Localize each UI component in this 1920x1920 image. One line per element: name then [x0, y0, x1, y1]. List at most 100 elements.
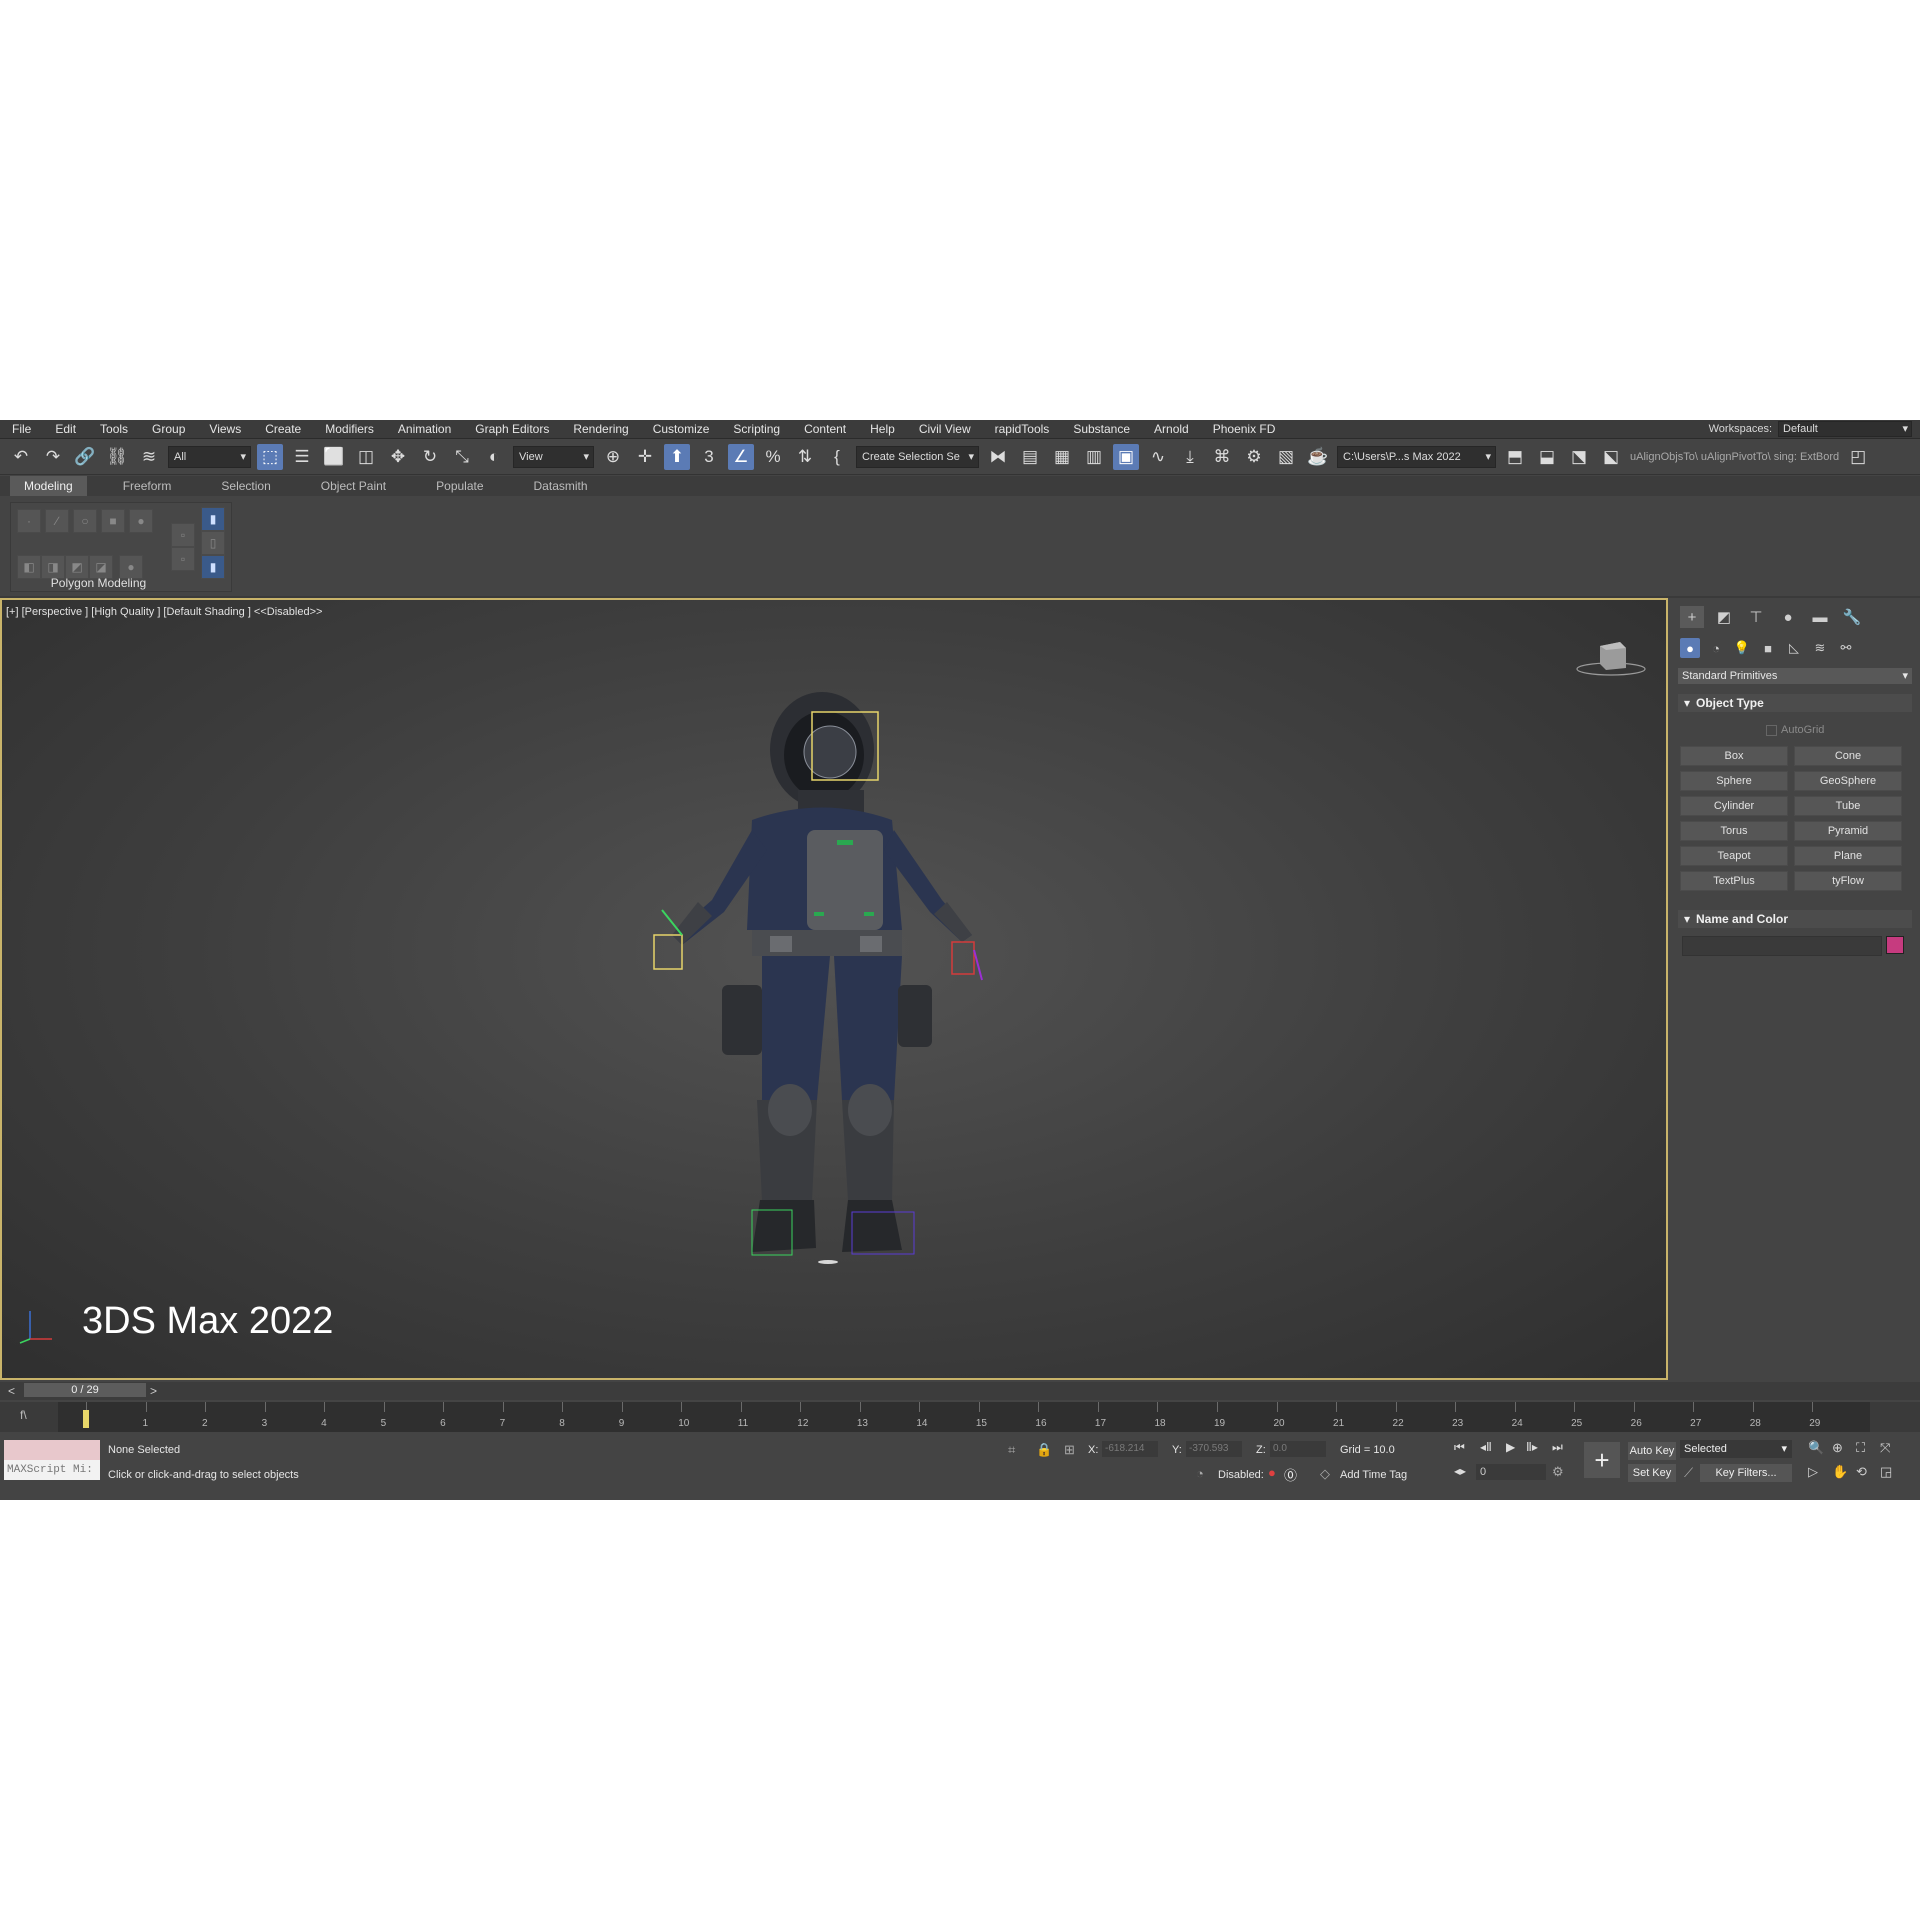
object-color-swatch[interactable]: [1886, 936, 1904, 954]
zoom-extents-icon[interactable]: ⛶: [1856, 1440, 1865, 1456]
ribbon-toggle-icon[interactable]: ▣: [1113, 443, 1139, 470]
record-dot-icon[interactable]: ●: [1268, 1465, 1276, 1480]
menu-views[interactable]: Views: [197, 422, 253, 436]
create-cylinder-button[interactable]: Cylinder: [1680, 796, 1788, 816]
edge-icon[interactable]: ∕: [45, 509, 69, 533]
viewport-layout-icon[interactable]: ◰: [1845, 444, 1871, 470]
current-frame-field[interactable]: 0: [1476, 1464, 1546, 1480]
menu-file[interactable]: File: [0, 422, 43, 436]
window-crossing-icon[interactable]: ◫: [353, 444, 379, 470]
object-type-rollout[interactable]: Object Type: [1678, 694, 1912, 712]
place-icon[interactable]: ◐: [481, 444, 507, 470]
systems-icon[interactable]: ⚯: [1836, 638, 1856, 658]
snaps-toggle-icon[interactable]: 3: [696, 444, 722, 470]
hierarchy-tab-icon[interactable]: ⊤: [1744, 606, 1768, 628]
pan-view-icon[interactable]: ✋: [1832, 1464, 1848, 1480]
menu-tools[interactable]: Tools: [88, 422, 140, 436]
ribbon-tab-selection[interactable]: Selection: [207, 476, 284, 496]
ribbon-group-label[interactable]: Polygon Modeling: [11, 575, 186, 591]
rect-selection-icon[interactable]: ⬜: [321, 444, 347, 470]
create-textplus-button[interactable]: TextPlus: [1680, 871, 1788, 891]
ribbon-tab-freeform[interactable]: Freeform: [109, 476, 186, 496]
zoom-icon[interactable]: 🔍: [1808, 1440, 1824, 1456]
border-icon[interactable]: ○: [73, 509, 97, 533]
key-mode-toggle-icon[interactable]: ◂▸: [1454, 1464, 1466, 1478]
go-to-end-icon[interactable]: ⏭: [1552, 1440, 1563, 1455]
time-configuration-icon[interactable]: ⚙: [1552, 1464, 1564, 1480]
mini-curve-editor-icon[interactable]: f\: [20, 1408, 27, 1422]
utilities-tab-icon[interactable]: 🔧: [1840, 606, 1864, 628]
set-keys-icon[interactable]: +: [1584, 1442, 1620, 1478]
percent-snap-icon[interactable]: %: [760, 444, 786, 470]
cameras-icon[interactable]: ■: [1758, 638, 1778, 658]
next-frame-icon[interactable]: Ⅱ▸: [1526, 1440, 1538, 1454]
menu-rendering[interactable]: Rendering: [561, 422, 640, 436]
shapes-icon[interactable]: ◔: [1706, 638, 1726, 658]
absolute-mode-icon[interactable]: ⊞: [1064, 1442, 1075, 1458]
create-pyramid-button[interactable]: Pyramid: [1794, 821, 1902, 841]
script-buttons-text[interactable]: uAlignObjsTo\ uAlignPivotTo\ sing: ExtBo…: [1630, 451, 1839, 463]
schematic-view-icon[interactable]: ⤓: [1177, 444, 1203, 470]
create-sphere-button[interactable]: Sphere: [1680, 771, 1788, 791]
tool-a-icon[interactable]: ⬒: [1502, 444, 1528, 470]
tool-c-icon[interactable]: ⬔: [1566, 444, 1592, 470]
select-object-icon[interactable]: ⬚: [257, 443, 283, 470]
maxscript-listener[interactable]: MAXScript Mi:: [4, 1440, 100, 1482]
stack-down-icon[interactable]: ▫: [171, 547, 195, 571]
track-area[interactable]: 1 2 3 4 5 6 7 8 9 10 11 12 13 14 15 16 17 18 19 20 21 22 23 24 2…: [58, 1402, 1870, 1432]
orbit-icon[interactable]: ⟲: [1856, 1464, 1867, 1480]
menu-phoenix-fd[interactable]: Phoenix FD: [1201, 422, 1288, 436]
viewcube-icon[interactable]: [1576, 638, 1646, 678]
create-plane-button[interactable]: Plane: [1794, 846, 1902, 866]
time-slider[interactable]: < 0 / 29 >: [0, 1382, 1920, 1400]
spinner-snap-icon[interactable]: ⇅: [792, 444, 818, 470]
maximize-viewport-icon[interactable]: ◲: [1880, 1464, 1892, 1480]
bind-spacewarp-icon[interactable]: ≋: [136, 444, 162, 470]
current-frame-marker[interactable]: [83, 1410, 89, 1428]
create-tube-button[interactable]: Tube: [1794, 796, 1902, 816]
display-tab-icon[interactable]: ▬: [1808, 606, 1832, 628]
ribbon-tab-modeling[interactable]: Modeling: [10, 476, 87, 496]
show-end-result-icon[interactable]: ▯: [201, 531, 225, 555]
keyboard-shortcut-override-icon[interactable]: ⬆: [664, 443, 690, 470]
mirror-icon[interactable]: ⧓: [985, 444, 1011, 470]
toggle-cage-icon[interactable]: ▮: [201, 555, 225, 579]
zoom-all-icon[interactable]: ⊕: [1832, 1440, 1843, 1456]
zoom-extents-all-icon[interactable]: ⤧: [1880, 1440, 1890, 1456]
element-icon[interactable]: ●: [129, 509, 153, 533]
select-by-name-icon[interactable]: ☰: [289, 444, 315, 470]
menu-help[interactable]: Help: [858, 422, 907, 436]
z-coordinate-field[interactable]: 0.0: [1270, 1441, 1326, 1457]
edit-named-selection-icon[interactable]: {: [824, 444, 850, 470]
scale-icon[interactable]: ⤡: [449, 444, 475, 470]
viewport-label[interactable]: [+] [Perspective ] [High Quality ] [Defa…: [6, 606, 322, 618]
link-icon[interactable]: 🔗: [72, 444, 98, 470]
tool-d-icon[interactable]: ⬕: [1598, 444, 1624, 470]
menu-content[interactable]: Content: [792, 422, 858, 436]
isolate-icon[interactable]: ⌗: [1008, 1442, 1015, 1458]
menu-group[interactable]: Group: [140, 422, 197, 436]
modify-tab-icon[interactable]: ◩: [1712, 606, 1736, 628]
layer-explorer-icon[interactable]: ▥: [1081, 444, 1107, 470]
space-warps-icon[interactable]: ≋: [1810, 638, 1830, 658]
rendered-frame-window-icon[interactable]: ▧: [1273, 444, 1299, 470]
material-editor-icon[interactable]: ⌘: [1209, 444, 1235, 470]
time-tag-icon[interactable]: ◇: [1320, 1466, 1330, 1482]
primitive-category-dropdown[interactable]: Standard Primitives: [1678, 668, 1912, 684]
adaptive-degradation-icon[interactable]: ◔: [1196, 1466, 1204, 1481]
auto-key-button[interactable]: Auto Key: [1628, 1442, 1676, 1460]
angle-snap-icon[interactable]: ∠: [728, 443, 754, 470]
ribbon-tab-populate[interactable]: Populate: [422, 476, 497, 496]
perspective-viewport[interactable]: [+] [Perspective ] [High Quality ] [Defa…: [0, 598, 1668, 1380]
object-name-field[interactable]: [1682, 936, 1882, 956]
key-mode-dropdown[interactable]: Selected: [1680, 1440, 1792, 1458]
scene-explorer-icon[interactable]: ▦: [1049, 444, 1075, 470]
redo-icon[interactable]: ↷: [40, 444, 66, 470]
go-to-start-icon[interactable]: ⏮: [1454, 1440, 1465, 1455]
collapse-stack-icon[interactable]: ▮: [201, 507, 225, 531]
previous-frame-icon[interactable]: ◂Ⅱ: [1480, 1440, 1492, 1454]
named-selection-dropdown[interactable]: Create Selection Se: [856, 445, 979, 468]
astronaut-character-model[interactable]: [602, 680, 1022, 1320]
create-tab-icon[interactable]: +: [1680, 606, 1704, 628]
key-filters-button[interactable]: Key Filters...: [1700, 1464, 1792, 1482]
